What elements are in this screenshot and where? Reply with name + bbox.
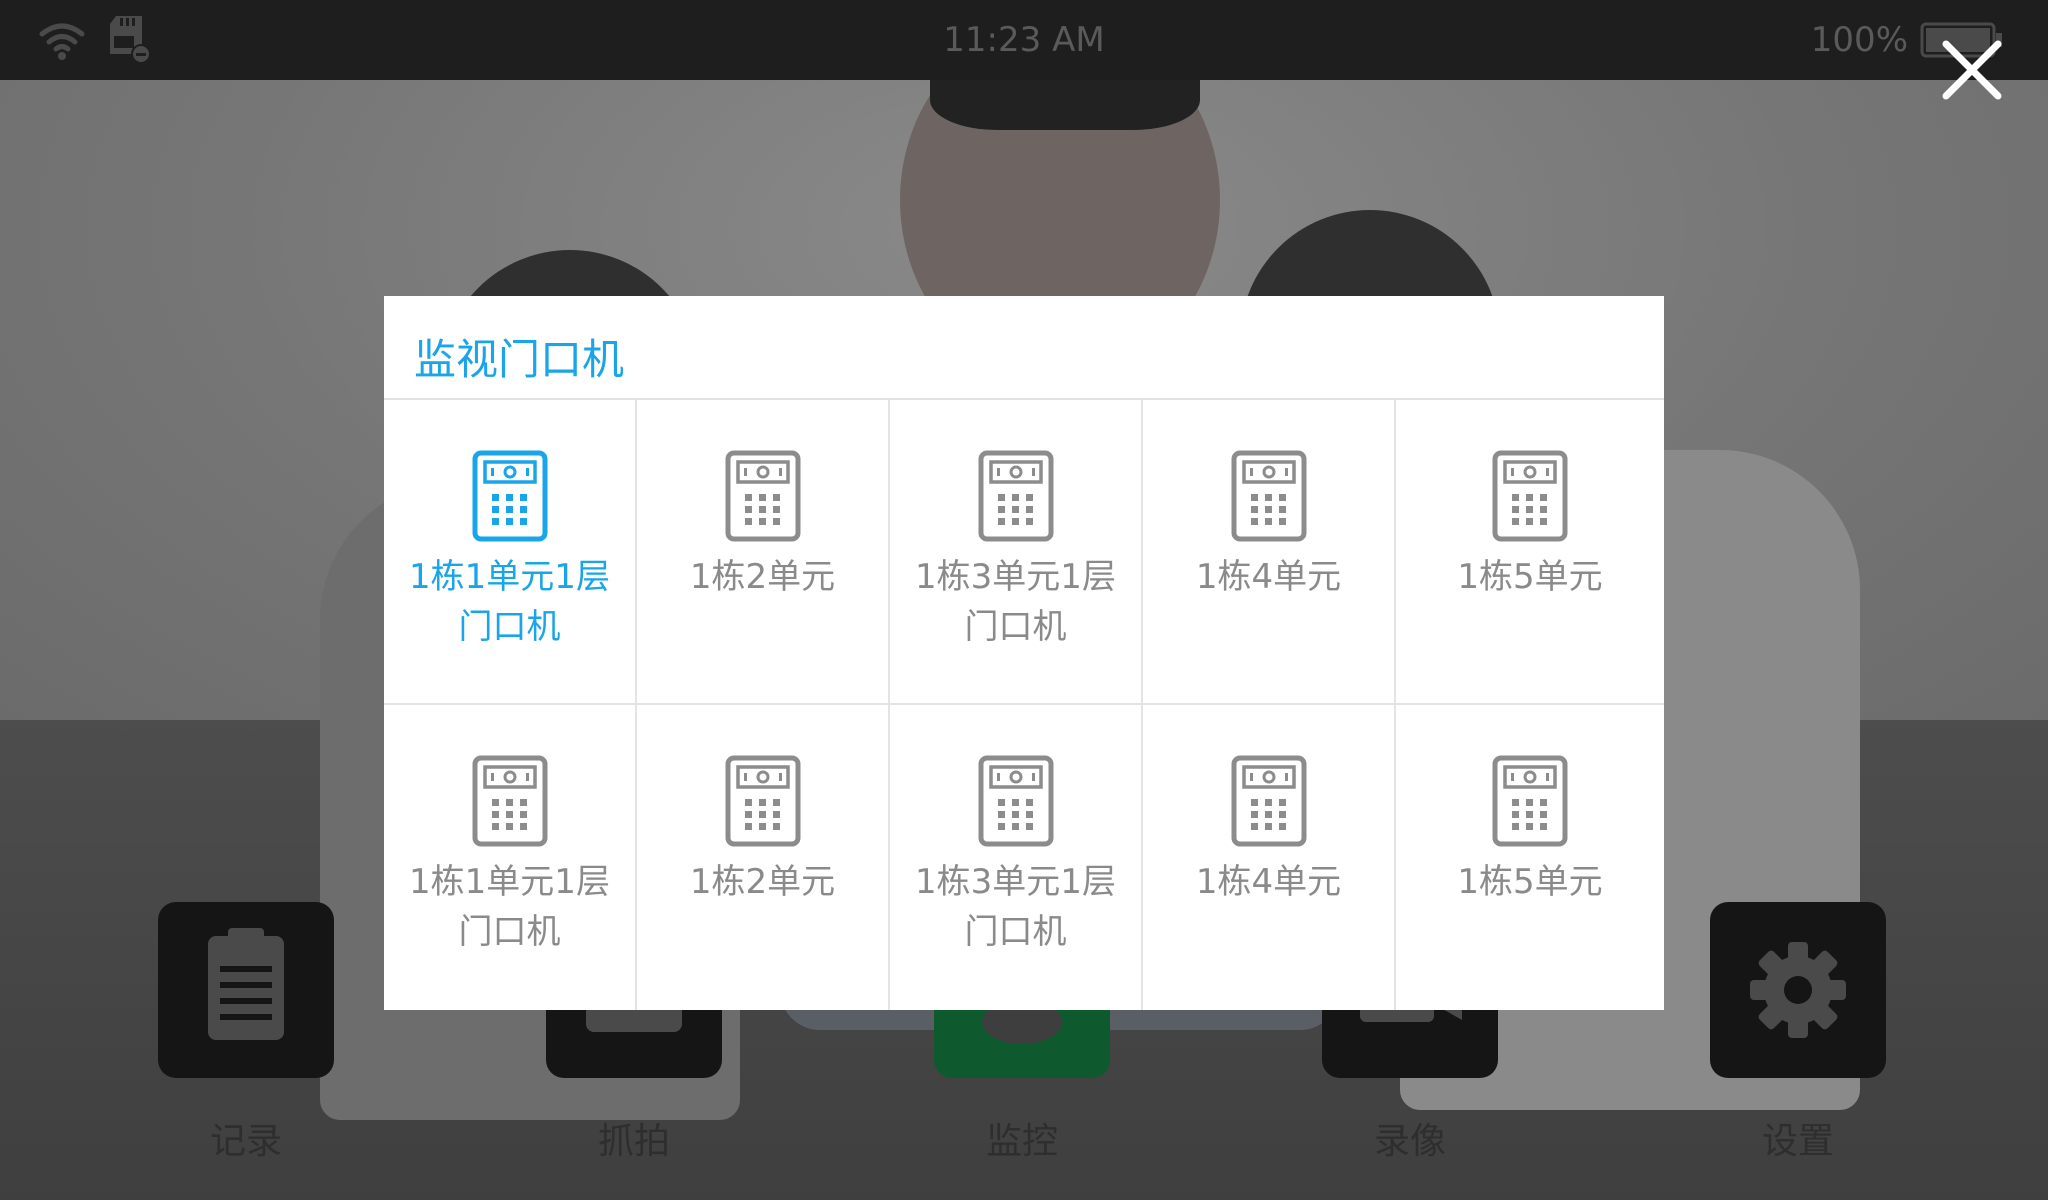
door-station-label: 1栋5单元 [1396, 552, 1664, 602]
door-station-icon [725, 450, 800, 542]
door-station-label: 1栋3单元1层 门口机 [890, 857, 1141, 957]
recording-label: 录像 [1373, 1121, 1446, 1162]
door-station-item[interactable]: 1栋5单元 [1396, 400, 1664, 705]
door-station-label-line2: 门口机 [458, 912, 561, 952]
door-station-item[interactable]: 1栋3单元1层 门口机 [890, 705, 1143, 1010]
door-station-label-line1: 1栋2单元 [689, 862, 836, 902]
door-station-label-line1: 1栋3单元1层 [915, 557, 1116, 597]
door-station-label-line2: 门口机 [458, 607, 561, 647]
close-icon[interactable] [1940, 38, 2004, 102]
door-station-item[interactable]: 1栋5单元 [1396, 705, 1664, 1010]
door-station-item[interactable]: 1栋1单元1层 门口机 [384, 705, 637, 1010]
door-station-label: 1栋1单元1层 门口机 [384, 857, 635, 957]
door-station-icon [1231, 755, 1306, 847]
records-label: 记录 [209, 1121, 282, 1162]
door-station-grid: 1栋1单元1层 门口机 1栋2单元 1栋3单元1层 门口机 1栋4单元 1栋5单元 1栋1单元… [384, 400, 1664, 1010]
settings-button[interactable] [1710, 902, 1886, 1078]
door-station-icon [472, 450, 547, 542]
door-station-label: 1栋2单元 [637, 857, 888, 907]
door-station-label: 1栋5单元 [1396, 857, 1664, 907]
clipboard-icon [208, 928, 284, 1040]
door-station-icon [725, 755, 800, 847]
door-station-icon [1492, 450, 1568, 542]
door-station-item[interactable]: 1栋2单元 [637, 705, 890, 1010]
door-station-label-line1: 1栋4单元 [1195, 862, 1342, 902]
door-station-label-line1: 1栋1单元1层 [409, 862, 610, 902]
battery-percent: 100% [1810, 20, 1908, 60]
door-station-label: 1栋2单元 [637, 552, 888, 602]
door-station-label-line2: 门口机 [964, 912, 1067, 952]
door-station-label-line1: 1栋5单元 [1457, 862, 1603, 902]
door-station-label-line1: 1栋1单元1层 [409, 557, 610, 597]
status-time: 11:23 AM [943, 20, 1105, 60]
door-station-label-line2: 门口机 [964, 607, 1067, 647]
door-station-icon [978, 755, 1053, 847]
door-station-icon [472, 755, 547, 847]
door-station-icon [1231, 450, 1306, 542]
dialog-title: 监视门口机 [414, 335, 625, 384]
door-station-item[interactable]: 1栋4单元 [1143, 705, 1396, 1010]
records-button[interactable] [158, 902, 334, 1078]
monitor-label: 监控 [985, 1121, 1058, 1162]
door-station-item[interactable]: 1栋1单元1层 门口机 [384, 400, 637, 705]
snapshot-label: 抓拍 [597, 1121, 670, 1162]
door-station-item[interactable]: 1栋3单元1层 门口机 [890, 400, 1143, 705]
status-bar: 11:23 AM 100% [0, 0, 2048, 80]
door-station-label: 1栋3单元1层 门口机 [890, 552, 1141, 652]
door-station-label-line1: 1栋2单元 [689, 557, 836, 597]
door-station-icon [1492, 755, 1568, 847]
door-station-label: 1栋1单元1层 门口机 [384, 552, 635, 652]
settings-label: 设置 [1761, 1121, 1834, 1162]
gear-icon [1750, 942, 1846, 1038]
door-station-label-line1: 1栋4单元 [1195, 557, 1342, 597]
door-station-icon [978, 450, 1053, 542]
door-station-label: 1栋4单元 [1143, 857, 1394, 907]
door-station-label-line1: 1栋3单元1层 [915, 862, 1116, 902]
door-station-item[interactable]: 1栋4单元 [1143, 400, 1396, 705]
door-station-item[interactable]: 1栋2单元 [637, 400, 890, 705]
door-station-label-line1: 1栋5单元 [1457, 557, 1603, 597]
door-station-label: 1栋4单元 [1143, 552, 1394, 602]
monitor-door-station-dialog: 监视门口机 1栋1单元1层 门口机 1栋2单元 1栋3单元1层 门口机 1栋4单元 1栋5单… [384, 296, 1664, 1010]
